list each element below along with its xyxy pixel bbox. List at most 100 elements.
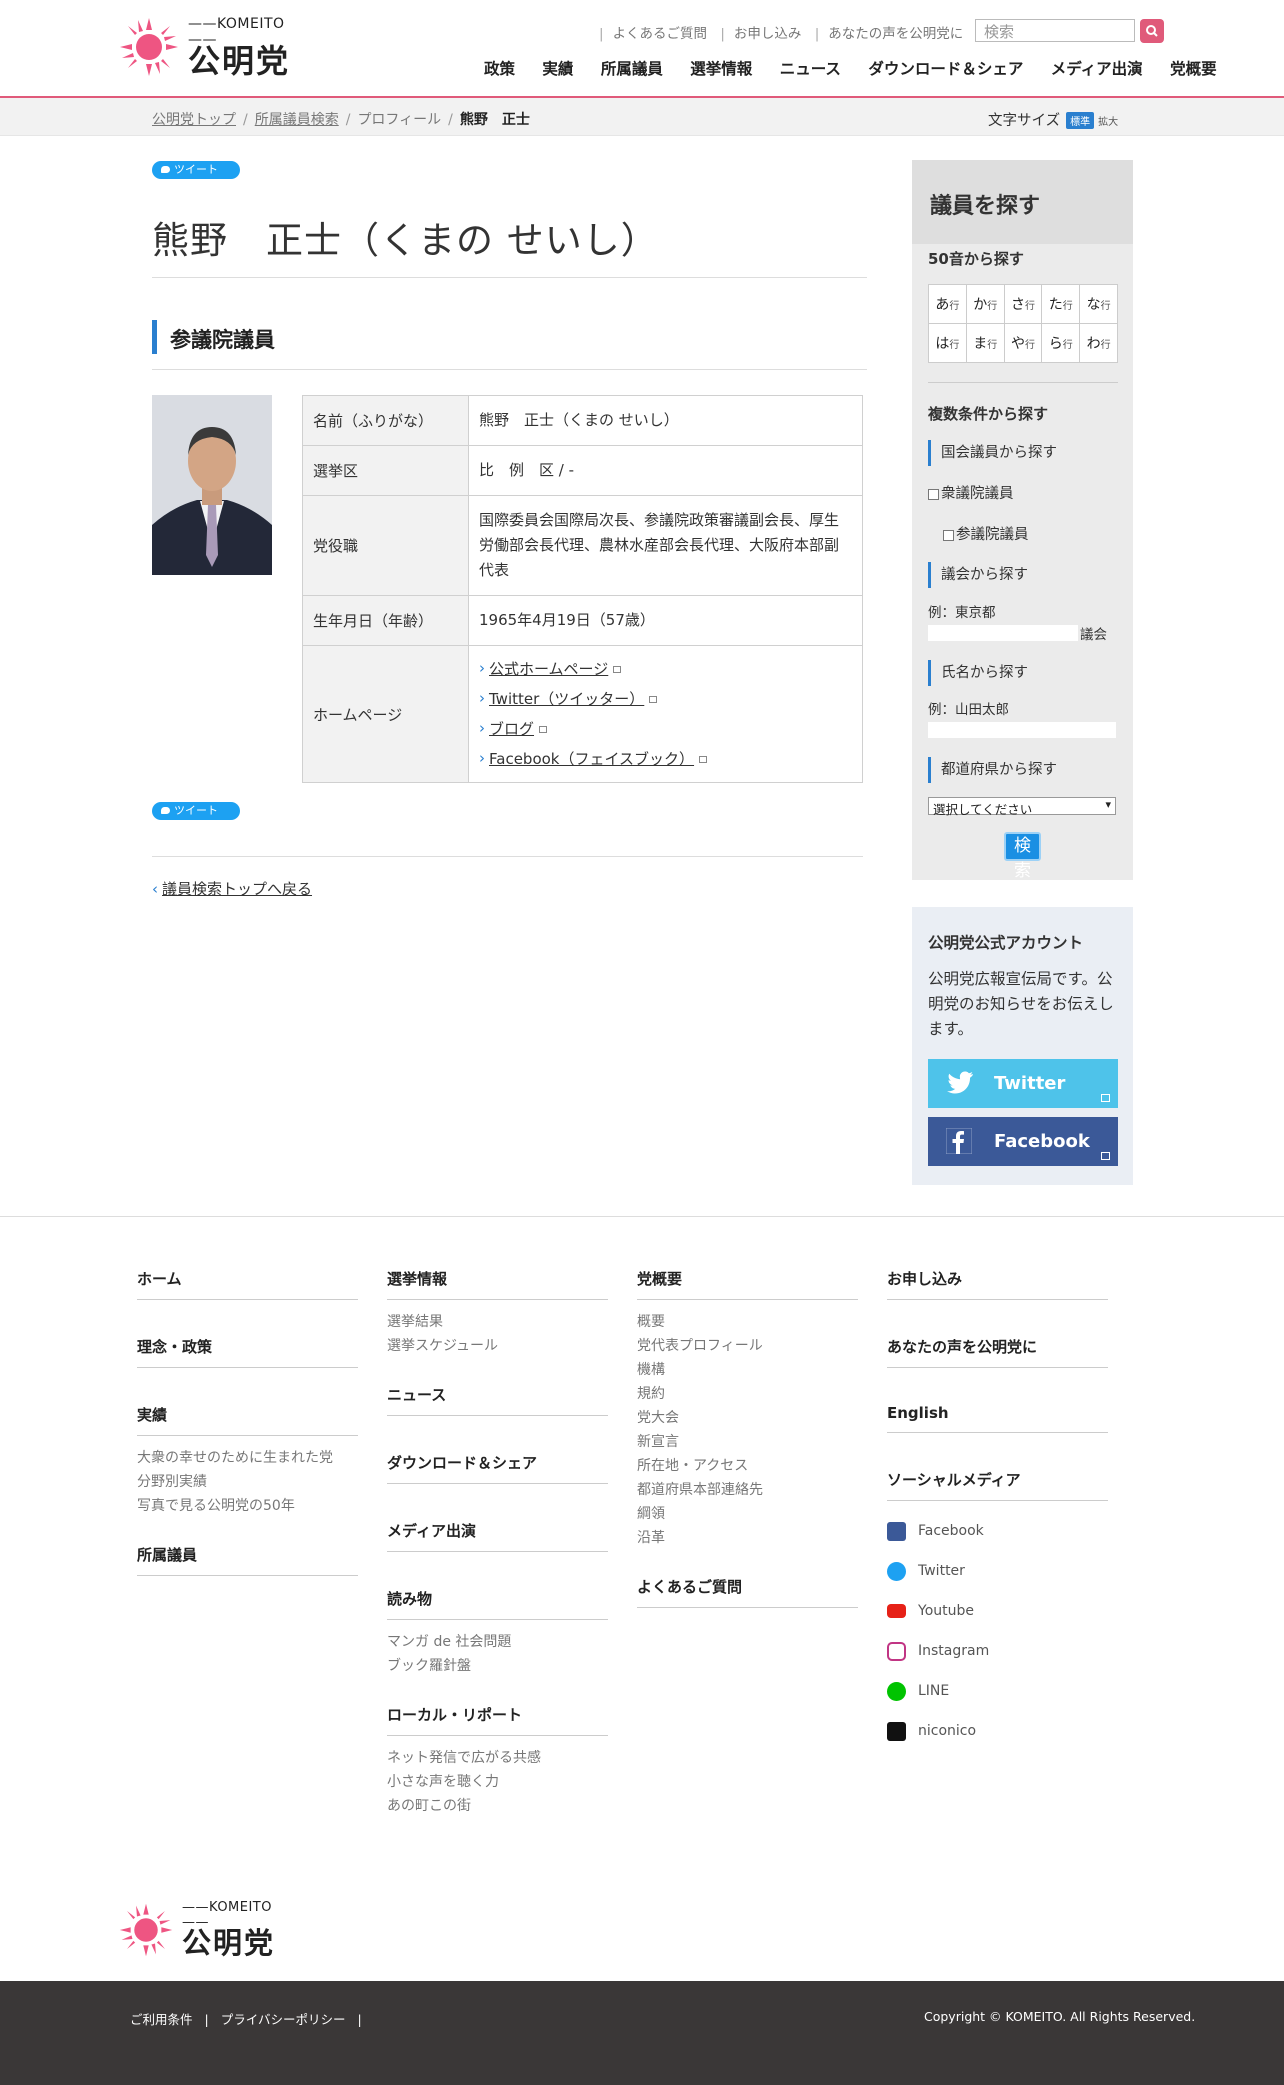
footer-link[interactable]: 選挙結果 [387, 1310, 608, 1334]
footer-link[interactable]: あの町この街 [387, 1794, 608, 1818]
kana-sa[interactable]: さ行 [1003, 284, 1043, 324]
checkbox-box[interactable] [943, 529, 954, 541]
site-search-input[interactable]: 検索 [975, 19, 1135, 42]
footer-komeito-logo[interactable]: ——KOMEITO—— 公明党 [118, 1900, 298, 1962]
line-icon [887, 1681, 906, 1701]
footer-voice[interactable]: あなたの声を公明党に [887, 1336, 1108, 1368]
footer-link[interactable]: 分野別実績 [137, 1470, 358, 1494]
footer-col-4: お申し込み あなたの声を公明党に English ソーシャルメディア Faceb… [887, 1268, 1108, 1751]
nav-download[interactable]: ダウンロード＆シェア [868, 60, 1023, 78]
faq-link[interactable]: よくあるご質問 [613, 26, 708, 42]
external-link-icon [649, 696, 658, 703]
footer-link[interactable]: 所在地・アクセス [637, 1454, 858, 1478]
nav-news[interactable]: ニュース [780, 60, 841, 78]
nav-achievements[interactable]: 実績 [542, 60, 573, 78]
row-value: 1965年4月19日（57歳） [468, 595, 863, 646]
member-search-button[interactable]: 検索 [1004, 832, 1041, 881]
prefecture-select[interactable]: 選択してください [928, 797, 1116, 817]
footer-facebook-link[interactable]: Facebook [887, 1511, 1108, 1551]
kana-ta[interactable]: た行 [1041, 284, 1081, 324]
footer-link[interactable]: 都道府県本部連絡先 [637, 1478, 858, 1502]
breadcrumb-member-search[interactable]: 所属議員検索 [255, 112, 339, 128]
footer-home[interactable]: ホーム [137, 1268, 358, 1300]
footer-policy[interactable]: 理念・政策 [137, 1336, 358, 1368]
twitter-account-button[interactable]: Twitter [928, 1059, 1118, 1108]
footer-link[interactable]: 選挙スケジュール [387, 1334, 608, 1358]
site-search-button[interactable] [1140, 19, 1164, 43]
back-to-search-link[interactable]: 議員検索トップへ戻る [152, 878, 312, 899]
footer-download[interactable]: ダウンロード＆シェア [387, 1452, 608, 1484]
breadcrumb-home[interactable]: 公明党トップ [152, 112, 236, 128]
kana-ma[interactable]: ま行 [965, 323, 1005, 363]
footer-link[interactable]: 沿革 [637, 1526, 858, 1550]
font-size-standard-button[interactable]: 標準 [1066, 112, 1095, 129]
footer-youtube-link[interactable]: Youtube [887, 1591, 1108, 1631]
facebook-account-button[interactable]: Facebook [928, 1117, 1118, 1166]
nav-election[interactable]: 選挙情報 [690, 60, 752, 78]
official-site-link[interactable]: 公式ホームページ [479, 653, 852, 684]
kana-wa[interactable]: わ行 [1079, 323, 1118, 363]
footer-about[interactable]: 党概要 [637, 1268, 858, 1300]
footer-line-link[interactable]: LINE [887, 1671, 1108, 1711]
footer-election[interactable]: 選挙情報 [387, 1268, 608, 1300]
footer-link[interactable]: 小さな声を聴く力 [387, 1770, 608, 1794]
footer-niconico-link[interactable]: niconico [887, 1711, 1108, 1751]
kana-ka[interactable]: か行 [965, 284, 1005, 324]
shugiin-checkbox[interactable]: 衆議院議員 [928, 482, 1014, 503]
account-title: 公明党公式アカウント [928, 934, 1084, 952]
kana-ya[interactable]: や行 [1003, 323, 1043, 363]
komeito-logo[interactable]: ——KOMEITO—— 公明党 [118, 14, 313, 80]
footer-local-report[interactable]: ローカル・リポート [387, 1704, 608, 1736]
kana-ha[interactable]: は行 [928, 323, 967, 363]
name-input[interactable] [928, 722, 1116, 738]
twitter-link[interactable]: Twitter（ツイッター） [479, 683, 852, 714]
footer-achievements[interactable]: 実績 [137, 1404, 358, 1436]
footer-apply[interactable]: お申し込み [887, 1268, 1108, 1300]
footer-link[interactable]: 党代表プロフィール [637, 1334, 858, 1358]
footer-reading[interactable]: 読み物 [387, 1588, 608, 1620]
kana-a[interactable]: あ行 [928, 284, 967, 324]
footer-instagram-link[interactable]: Instagram [887, 1631, 1108, 1671]
font-size-large-button[interactable]: 拡大 [1098, 117, 1118, 128]
kana-ra[interactable]: ら行 [1041, 323, 1081, 363]
kana-na[interactable]: な行 [1079, 284, 1118, 324]
footer-link[interactable]: ブック羅針盤 [387, 1654, 608, 1678]
footer-link[interactable]: 概要 [637, 1310, 858, 1334]
footer-faq[interactable]: よくあるご質問 [637, 1576, 858, 1608]
voice-link[interactable]: あなたの声を公明党に [828, 26, 963, 42]
nav-policy[interactable]: 政策 [484, 60, 515, 78]
footer-link[interactable]: 綱領 [637, 1502, 858, 1526]
footer-english[interactable]: English [887, 1404, 1108, 1433]
privacy-link[interactable]: プライバシーポリシー [221, 2012, 346, 2027]
footer-link[interactable]: 規約 [637, 1382, 858, 1406]
council-input[interactable] [928, 625, 1078, 641]
sangiin-checkbox[interactable]: 参議院議員 [943, 523, 1029, 544]
footer-link[interactable]: 新宣言 [637, 1430, 858, 1454]
footer-link[interactable]: 機構 [637, 1358, 858, 1382]
footer-news[interactable]: ニュース [387, 1384, 608, 1416]
nav-about[interactable]: 党概要 [1170, 60, 1217, 78]
footer-link[interactable]: マンガ de 社会問題 [387, 1630, 608, 1654]
blog-link[interactable]: ブログ [479, 713, 852, 744]
facebook-icon [887, 1521, 906, 1541]
footer-link[interactable]: 写真で見る公明党の50年 [137, 1494, 358, 1518]
apply-link[interactable]: お申し込み [734, 26, 802, 42]
sidebar-divider [928, 382, 1118, 383]
nav-members[interactable]: 所属議員 [601, 60, 663, 78]
row-key: ホームページ [302, 645, 469, 783]
nav-media[interactable]: メディア出演 [1051, 60, 1143, 78]
row-key: 党役職 [302, 495, 469, 596]
terms-link[interactable]: ご利用条件 [130, 2012, 193, 2027]
facebook-link[interactable]: Facebook（フェイスブック） [479, 743, 852, 774]
footer-link[interactable]: ネット発信で広がる共感 [387, 1746, 608, 1770]
footer-media[interactable]: メディア出演 [387, 1520, 608, 1552]
checkbox-box[interactable] [928, 488, 939, 500]
council-suffix: 議会 [1080, 627, 1107, 643]
footer-twitter-link[interactable]: Twitter [887, 1551, 1108, 1591]
council-search-title: 議会から探す [928, 562, 1028, 588]
footer-members[interactable]: 所属議員 [137, 1544, 358, 1576]
footer-link[interactable]: 党大会 [637, 1406, 858, 1430]
footer-link[interactable]: 大衆の幸せのために生まれた党 [137, 1446, 358, 1470]
tweet-button-top[interactable]: ツイート [152, 161, 240, 179]
tweet-button-bottom[interactable]: ツイート [152, 802, 240, 820]
